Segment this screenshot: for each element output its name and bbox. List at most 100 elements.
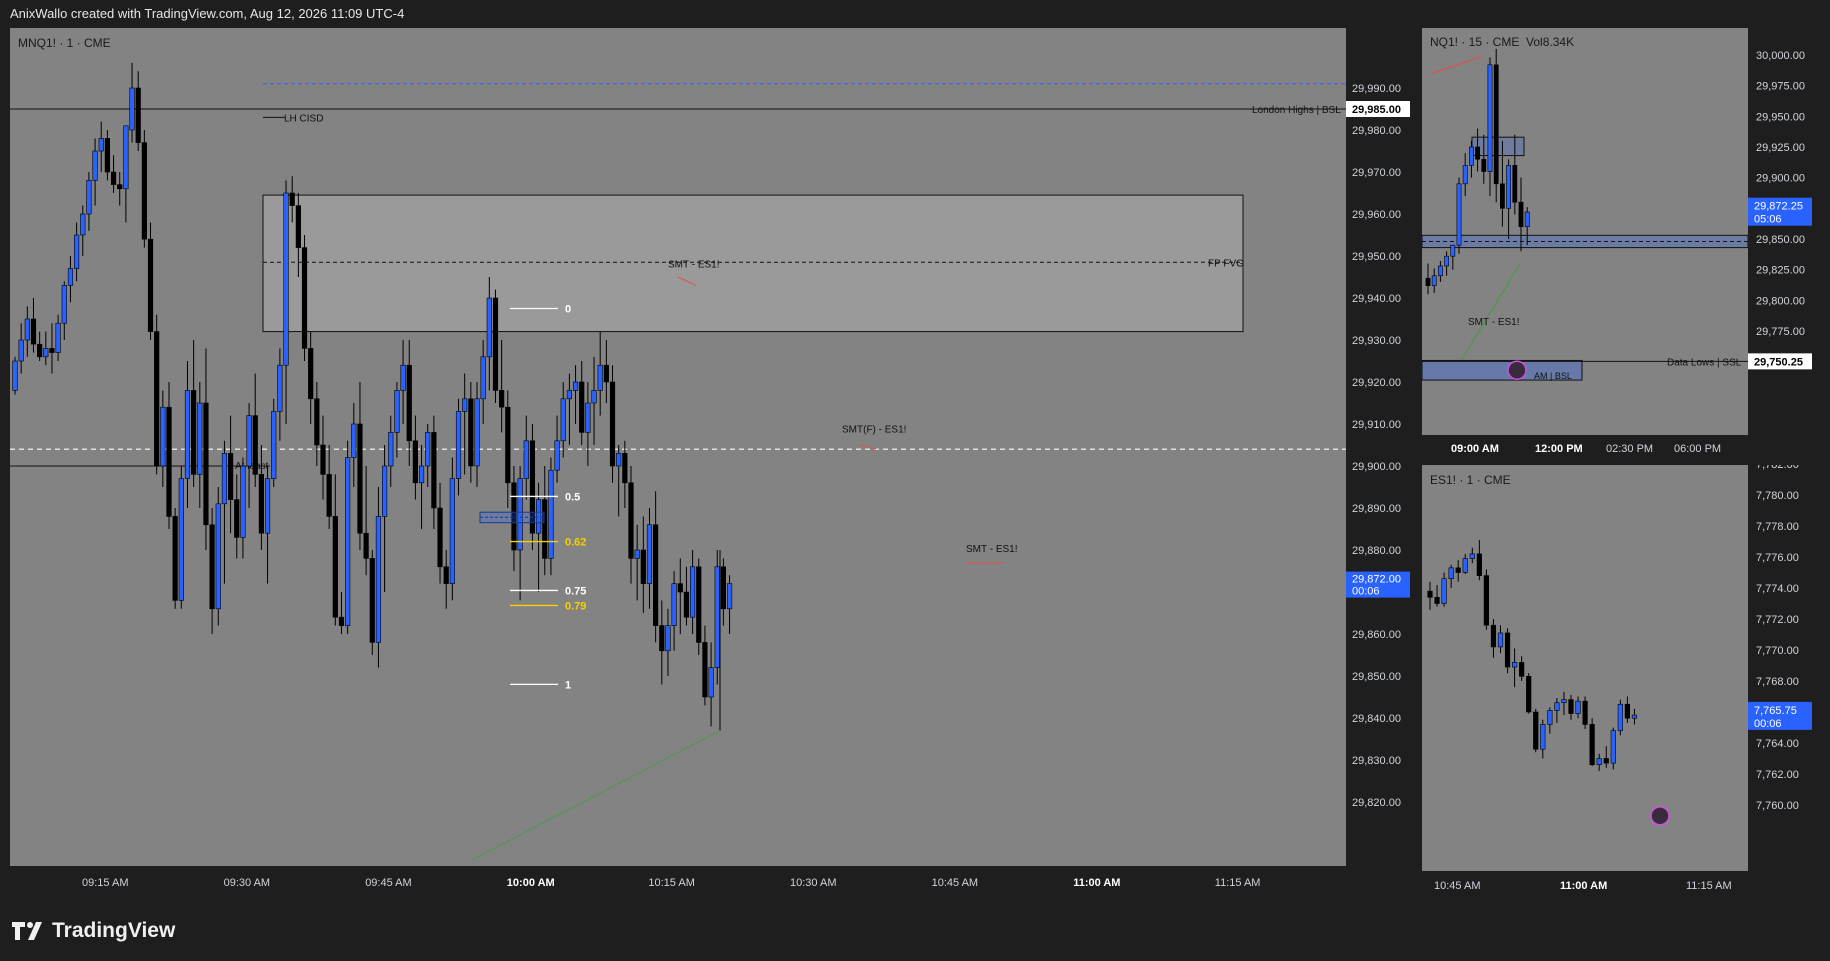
nq-y-tick-label: 29,900.00 [1756,173,1805,185]
main-candle-body [591,390,597,404]
main-candle-body [252,415,258,475]
es-candle-body [1603,758,1609,764]
es-y-tick-label: 7,770.00 [1756,645,1799,657]
es-candle-body [1469,553,1475,559]
main-candle-body [579,381,585,433]
es-y-tick-label: 7,780.00 [1756,490,1799,502]
main-candle-body [234,499,240,538]
nq-x-tick-label: 12:00 PM [1535,443,1583,455]
main-candle-body [357,423,363,534]
main-y-tick-label: 29,970.00 [1352,167,1401,179]
es-candle-body [1568,699,1574,714]
main-candle-body [646,524,653,584]
es-y-tick-label: 7,782.00 [1756,465,1799,471]
smt-es-label-2: SMT - ES1! [966,544,1018,555]
es-price-axis[interactable]: 7,782.00 7,780.00 7,778.00 7,776.00 7,774.00… [1748,459,1820,871]
main-y-tick-label: 29,950.00 [1352,251,1401,263]
es-candle-body [1476,553,1482,576]
main-candle-body [572,381,579,391]
es-x-tick-label: 11:00 AM [1560,880,1607,892]
es-candle-body [1519,662,1525,677]
es-candle-body [1547,710,1553,725]
main-candle-body [486,297,492,358]
main-chart-panel[interactable]: FP FVG London Highs | BSL LH CISD At least S… [10,28,1346,866]
main-candle-body [622,453,628,484]
es-chart-panel[interactable]: ES1! · 1 · CME [1422,465,1748,871]
main-candle-body [67,268,74,286]
nq-candle-body [1456,183,1462,246]
fib-label: 0.79 [565,600,586,612]
main-candle-body [80,213,86,236]
main-candle-body [548,469,554,559]
main-candle-body [240,465,246,538]
main-candle-body [437,507,443,568]
main-candle-body [92,150,98,181]
main-symbol-label[interactable]: MNQ1! · 1 · CME [18,36,111,50]
es-candle-body [1434,597,1440,604]
main-candle-body [431,432,437,509]
es-candle-body [1582,700,1588,725]
main-candle-body [98,138,104,152]
main-x-tick-label: 10:45 AM [932,877,978,889]
main-candle-body [351,423,357,458]
lh-cisd-label: LH CISD [284,113,323,124]
main-price-axis[interactable]: 29,990.00 29,980.00 29,970.00 29,960.00 29,9… [1346,28,1418,866]
es-y-tick-label: 7,760.00 [1756,800,1799,812]
main-price-tag-value: 29,872.00 [1352,574,1401,586]
main-candle-body [505,406,511,484]
at-least-label: At least [235,461,269,472]
main-y-tick-label: 29,920.00 [1352,377,1401,389]
main-candle-body [449,478,455,584]
nq-x-tick-label: 09:00 AM [1451,443,1499,455]
nq-price-axis[interactable]: 30,000.00 29,975.00 29,950.00 29,925.00 29,9… [1748,28,1820,435]
main-candle-body [74,234,80,269]
main-candle-body [55,322,61,353]
main-candle-body [406,364,412,442]
es-symbol-label[interactable]: ES1! · 1 · CME [1430,473,1511,487]
main-y-tick-label: 29,860.00 [1352,629,1401,641]
main-candle-body [425,432,431,467]
nq-chart-canvas[interactable]: Data Lows | SSL AM | BSL SMT - ES1! [1422,28,1748,435]
main-candle-body [37,343,43,358]
main-candle-body [455,411,462,479]
nq-candle-body [1512,165,1518,203]
main-candle-body [308,348,314,400]
main-candle-body [258,474,265,534]
es-chart-canvas[interactable] [1422,465,1748,871]
tradingview-logo[interactable]: TradingView [12,919,175,943]
nq-price-tag-countdown: 05:06 [1754,214,1782,226]
nq-symbol-label[interactable]: NQ1! · 15 · CME Vol8.34K [1430,35,1574,49]
nq-time-axis[interactable]: 09:00 AM 12:00 PM 02:30 PM 06:00 PM [1422,435,1748,461]
fp-fvg-label: FP FVG [1208,258,1244,269]
main-x-tick-label: 09:30 AM [224,877,270,889]
nq-chart-panel[interactable]: Data Lows | SSL AM | BSL SMT - ES1! NQ1! ·… [1422,28,1748,435]
main-time-axis[interactable]: 09:15 AM 09:30 AM 09:45 AM 10:00 AM 10:15 AM… [10,866,1346,896]
main-candle-body [628,482,634,559]
es-candle-body [1610,730,1616,764]
main-candle-body [135,87,141,143]
main-candle-body [696,566,702,643]
nq-price-tag-value: 29,872.25 [1754,201,1803,213]
nq-candle-body [1431,275,1437,286]
nq-x-tick-label: 06:00 PM [1674,443,1721,455]
main-candle-body [147,238,154,332]
es-candle-body [1497,632,1504,648]
es-x-tick-label: 11:15 AM [1686,880,1732,892]
main-y-tick-label: 29,880.00 [1352,545,1401,557]
main-candle-body [277,364,283,412]
nq-candle-body [1493,64,1499,185]
es-candle-body [1483,575,1489,626]
main-candle-body [110,171,117,185]
es-candle-body [1441,578,1447,604]
main-candle-body [332,516,338,618]
main-chart-canvas[interactable]: FP FVG London Highs | BSL LH CISD At least S… [10,28,1346,866]
nq-y-tick-label: 29,800.00 [1756,295,1805,307]
es-candle-body [1589,724,1595,765]
es-candle-body [1617,703,1623,731]
main-candle-body [585,402,591,433]
main-candle-body [264,478,271,534]
es-time-axis[interactable]: 10:45 AM 11:00 AM 11:15 AM [1422,871,1748,899]
main-candle-body [228,453,234,500]
main-candle-body [283,192,289,366]
main-candle-body [689,566,696,618]
